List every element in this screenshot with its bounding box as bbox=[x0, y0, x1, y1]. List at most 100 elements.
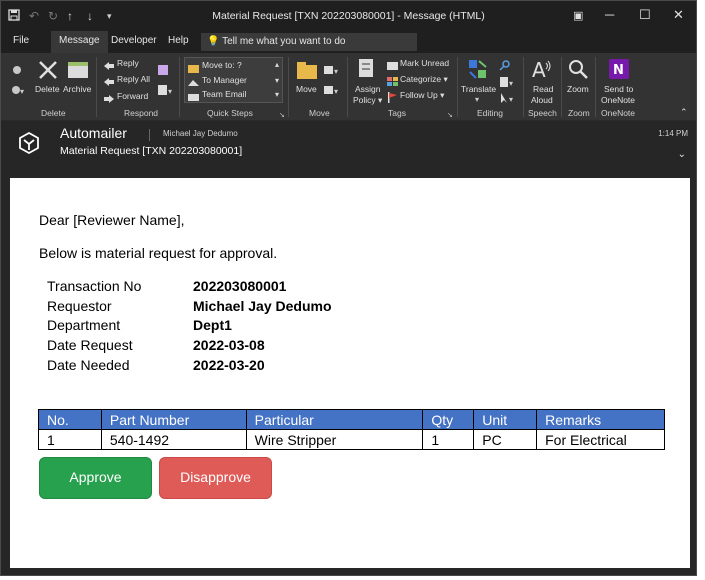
sender-avatar-icon bbox=[17, 131, 41, 160]
collapse-ribbon-icon[interactable]: ⌃ bbox=[680, 107, 688, 118]
column-header: No. bbox=[38, 409, 102, 430]
outlook-message-window: ↶ ↻ ↑ ↓ ▾ Material Request [TXN 20220308… bbox=[0, 0, 697, 576]
tab-message[interactable]: Message bbox=[51, 31, 108, 53]
maximize-icon[interactable]: ☐ bbox=[639, 7, 651, 23]
assign-policy-label-2[interactable]: Policy ▾ bbox=[353, 95, 382, 106]
translate-dropdown-icon[interactable]: ▾ bbox=[475, 95, 479, 104]
zoom-button[interactable]: Zoom bbox=[567, 84, 589, 94]
detail-value: 2022-03-20 bbox=[193, 356, 265, 373]
translate-button[interactable]: Translate bbox=[461, 84, 496, 94]
group-label-editing: Editing bbox=[477, 108, 503, 118]
quick-step-to-manager[interactable]: To Manager bbox=[202, 75, 247, 85]
quick-step-team-email[interactable]: Team Email bbox=[202, 89, 246, 99]
items-table: No. Part Number Particular Qty Unit Rema… bbox=[38, 409, 665, 450]
expand-header-icon[interactable]: ⌄ bbox=[678, 149, 686, 160]
tags-launcher-icon[interactable]: ↘ bbox=[447, 111, 453, 119]
message-body: Dear [Reviewer Name], Below is material … bbox=[10, 178, 690, 568]
read-aloud-label-2[interactable]: Aloud bbox=[531, 95, 553, 105]
move-button[interactable]: Move bbox=[296, 84, 317, 94]
archive-icon[interactable] bbox=[67, 61, 89, 84]
svg-text:▾: ▾ bbox=[168, 87, 172, 96]
read-aloud-icon[interactable]: A bbox=[531, 58, 553, 85]
assign-policy-label-1[interactable]: Assign bbox=[355, 84, 381, 94]
table-cell: 540-1492 bbox=[100, 429, 247, 450]
scroll-up-icon[interactable]: ▴ bbox=[275, 60, 279, 69]
ribbon-display-options-icon[interactable]: ▣ bbox=[573, 9, 583, 22]
intro-text: Below is material request for approval. bbox=[39, 245, 278, 261]
table-cell: 1 bbox=[422, 429, 475, 450]
detail-label: Transaction No bbox=[47, 278, 142, 294]
categorize-button[interactable]: Categorize ▾ bbox=[400, 74, 448, 85]
lightbulb-icon: 💡 bbox=[207, 36, 220, 47]
svg-text:▾: ▾ bbox=[20, 87, 24, 96]
svg-text:N: N bbox=[613, 63, 624, 78]
column-header: Part Number bbox=[100, 409, 247, 430]
ignore-icon[interactable] bbox=[11, 63, 23, 81]
onenote-icon[interactable]: N bbox=[608, 58, 630, 85]
tab-file[interactable]: File bbox=[13, 35, 29, 46]
ribbon-separator bbox=[96, 57, 97, 117]
forward-button[interactable]: Forward bbox=[117, 91, 148, 101]
detail-label: Requestor bbox=[47, 297, 112, 314]
rules-icon[interactable]: ▾ bbox=[323, 63, 339, 81]
move-folder-icon[interactable] bbox=[296, 60, 318, 85]
disapprove-button[interactable]: Disapprove bbox=[159, 457, 272, 499]
detail-label: Date Needed bbox=[47, 356, 130, 373]
table-header-row: No. Part Number Particular Qty Unit Rema… bbox=[38, 409, 665, 430]
delete-icon[interactable] bbox=[37, 59, 59, 86]
actions-icon[interactable]: ▾ bbox=[323, 83, 339, 101]
zoom-icon[interactable] bbox=[567, 58, 589, 85]
ribbon-separator bbox=[595, 57, 596, 117]
header-divider bbox=[149, 129, 150, 141]
group-label-speech: Speech bbox=[528, 108, 557, 118]
find-icon[interactable] bbox=[499, 58, 511, 76]
table-cell: PC bbox=[473, 429, 538, 450]
translate-icon[interactable] bbox=[467, 58, 489, 87]
svg-text:▾: ▾ bbox=[509, 79, 513, 88]
tab-help[interactable]: Help bbox=[168, 35, 189, 46]
select-icon[interactable]: ▾ bbox=[499, 91, 515, 109]
ribbon-separator bbox=[179, 57, 180, 117]
tab-developer[interactable]: Developer bbox=[111, 35, 157, 46]
more-respond-icon[interactable]: ▾ bbox=[157, 83, 173, 101]
expand-gallery-icon[interactable]: ▾ bbox=[275, 90, 279, 99]
quick-steps-launcher-icon[interactable]: ↘ bbox=[279, 111, 285, 119]
column-header: Qty bbox=[422, 409, 475, 430]
junk-icon[interactable]: ▾ bbox=[11, 83, 25, 101]
message-time: 1:14 PM bbox=[658, 129, 688, 138]
assign-policy-icon[interactable] bbox=[357, 57, 377, 84]
ribbon-separator bbox=[457, 57, 458, 117]
column-header: Remarks bbox=[536, 409, 665, 430]
archive-button-label[interactable]: Archive bbox=[63, 84, 91, 94]
detail-value: Michael Jay Dedumo bbox=[193, 297, 332, 314]
im-icon[interactable] bbox=[157, 63, 169, 81]
team-icon bbox=[188, 89, 199, 107]
send-onenote-label-2[interactable]: OneNote bbox=[601, 95, 635, 105]
send-onenote-label-1[interactable]: Send to bbox=[604, 84, 633, 94]
group-label-onenote: OneNote bbox=[601, 108, 636, 118]
table-row: 1 540-1492 Wire Stripper 1 PC For Electr… bbox=[38, 429, 665, 450]
delete-button-label[interactable]: Delete bbox=[35, 84, 60, 94]
reply-button[interactable]: Reply bbox=[117, 58, 139, 68]
minimize-icon[interactable]: ─ bbox=[605, 7, 614, 22]
svg-text:▾: ▾ bbox=[509, 95, 513, 104]
ribbon-tabs: File Message Developer Help 💡 Tell me wh… bbox=[1, 31, 696, 53]
mark-unread-button[interactable]: Mark Unread bbox=[400, 58, 449, 68]
approve-button[interactable]: Approve bbox=[39, 457, 152, 499]
forward-icon[interactable] bbox=[103, 91, 115, 109]
message-header: Automailer Michael Jay Dedumo Material R… bbox=[1, 121, 696, 173]
read-aloud-label-1[interactable]: Read bbox=[533, 84, 553, 94]
follow-up-button[interactable]: Follow Up ▾ bbox=[400, 90, 444, 101]
follow-up-flag-icon[interactable] bbox=[387, 90, 398, 108]
column-header: Unit bbox=[473, 409, 538, 430]
quick-step-move-to[interactable]: Move to: ? bbox=[202, 60, 242, 70]
svg-text:A: A bbox=[532, 58, 546, 80]
scroll-down-icon[interactable]: ▾ bbox=[275, 76, 279, 85]
reply-all-icon[interactable] bbox=[103, 74, 115, 92]
tell-me-search[interactable]: 💡 Tell me what you want to do bbox=[201, 33, 417, 51]
sender-name: Automailer bbox=[60, 125, 127, 141]
group-label-respond: Respond bbox=[124, 108, 159, 118]
close-icon[interactable]: ✕ bbox=[673, 7, 684, 23]
reply-all-button[interactable]: Reply All bbox=[117, 74, 150, 84]
detail-value: 202203080001 bbox=[193, 278, 287, 294]
